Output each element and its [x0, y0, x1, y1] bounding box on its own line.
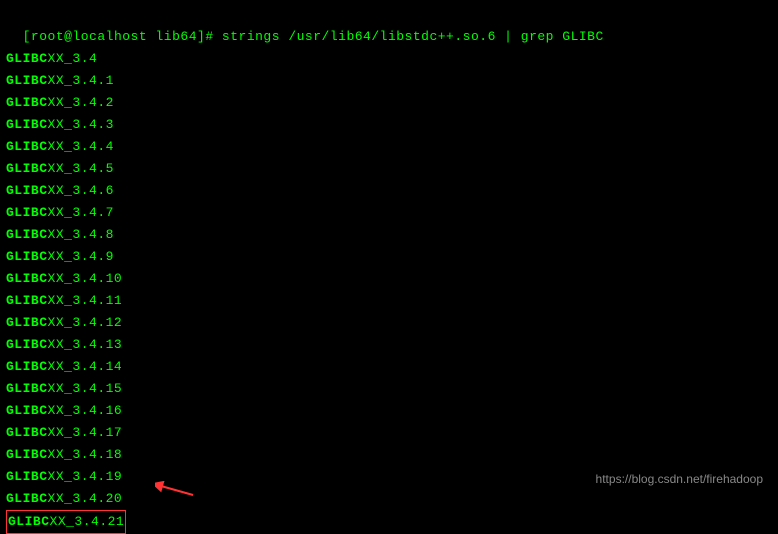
- output-line: GLIBCXX_3.4.10: [6, 268, 772, 290]
- output-suffix: XX_3.4.16: [48, 403, 123, 418]
- output-suffix: XX_3.4.8: [48, 227, 114, 242]
- output-line: GLIBCXX_3.4.8: [6, 224, 772, 246]
- grep-match: GLIBC: [6, 337, 48, 352]
- output-suffix: XX_3.4.7: [48, 205, 114, 220]
- grep-match: GLIBC: [6, 403, 48, 418]
- grep-match: GLIBC: [6, 227, 48, 242]
- output-suffix: XX_3.4.12: [48, 315, 123, 330]
- grep-match: GLIBC: [6, 447, 48, 462]
- output-suffix: XX_3.4.9: [48, 249, 114, 264]
- terminal-output: GLIBCXX_3.4GLIBCXX_3.4.1GLIBCXX_3.4.2GLI…: [6, 48, 772, 534]
- output-line: GLIBCXX_3.4.6: [6, 180, 772, 202]
- output-line: GLIBCXX_3.4.14: [6, 356, 772, 378]
- output-suffix: XX_3.4.3: [48, 117, 114, 132]
- output-line: GLIBCXX_3.4.5: [6, 158, 772, 180]
- prompt-hash: #: [205, 29, 222, 44]
- grep-match: GLIBC: [6, 51, 48, 66]
- grep-match: GLIBC: [6, 425, 48, 440]
- grep-match: GLIBC: [6, 315, 48, 330]
- output-suffix: XX_3.4: [48, 51, 98, 66]
- output-suffix: XX_3.4.15: [48, 381, 123, 396]
- output-suffix: XX_3.4.11: [48, 293, 123, 308]
- grep-match: GLIBC: [6, 491, 48, 506]
- output-suffix: XX_3.4.5: [48, 161, 114, 176]
- output-suffix: XX_3.4.18: [48, 447, 123, 462]
- command-prompt-line[interactable]: [root@localhost lib64]# strings /usr/lib…: [6, 4, 772, 48]
- output-line: GLIBCXX_3.4.9: [6, 246, 772, 268]
- annotation-arrow-icon: [155, 481, 195, 505]
- output-suffix: XX_3.4.19: [48, 469, 123, 484]
- grep-match: GLIBC: [6, 139, 48, 154]
- grep-match: GLIBC: [6, 469, 48, 484]
- grep-match: GLIBC: [6, 95, 48, 110]
- grep-match: GLIBC: [6, 249, 48, 264]
- output-line: GLIBCXX_3.4.17: [6, 422, 772, 444]
- output-suffix: XX_3.4.6: [48, 183, 114, 198]
- output-line: GLIBCXX_3.4.4: [6, 136, 772, 158]
- grep-match: GLIBC: [6, 293, 48, 308]
- output-line: GLIBCXX_3.4.15: [6, 378, 772, 400]
- output-suffix: XX_3.4.21: [50, 514, 125, 529]
- grep-match: GLIBC: [6, 381, 48, 396]
- grep-match: GLIBC: [6, 161, 48, 176]
- output-suffix: XX_3.4.4: [48, 139, 114, 154]
- grep-match: GLIBC: [8, 514, 50, 529]
- output-line: GLIBCXX_3.4.13: [6, 334, 772, 356]
- watermark-text: https://blog.csdn.net/firehadoop: [596, 468, 763, 490]
- prompt-host: localhost: [72, 29, 147, 44]
- output-suffix: XX_3.4.13: [48, 337, 123, 352]
- grep-match: GLIBC: [6, 117, 48, 132]
- highlighted-version-box: GLIBCXX_3.4.21: [6, 510, 126, 534]
- output-line: GLIBCXX_3.4.12: [6, 312, 772, 334]
- output-line: GLIBCXX_3.4.11: [6, 290, 772, 312]
- grep-match: GLIBC: [6, 205, 48, 220]
- grep-match: GLIBC: [6, 359, 48, 374]
- grep-match: GLIBC: [6, 271, 48, 286]
- output-line: GLIBCXX_3.4.20: [6, 488, 772, 510]
- output-line: GLIBCXX_3.4.3: [6, 114, 772, 136]
- output-line: GLIBCXX_3.4.2: [6, 92, 772, 114]
- output-line: GLIBCXX_3.4: [6, 48, 772, 70]
- output-line: GLIBCXX_3.4.7: [6, 202, 772, 224]
- output-suffix: XX_3.4.20: [48, 491, 123, 506]
- output-suffix: XX_3.4.2: [48, 95, 114, 110]
- command-input[interactable]: strings /usr/lib64/libstdc++.so.6 | grep…: [222, 29, 604, 44]
- output-line: GLIBCXX_3.4.18: [6, 444, 772, 466]
- grep-match: GLIBC: [6, 183, 48, 198]
- output-line: GLIBCXX_3.4.21: [6, 510, 772, 534]
- prompt-path: lib64: [155, 29, 197, 44]
- output-suffix: XX_3.4.14: [48, 359, 123, 374]
- output-suffix: XX_3.4.10: [48, 271, 123, 286]
- output-suffix: XX_3.4.1: [48, 73, 114, 88]
- output-suffix: XX_3.4.17: [48, 425, 123, 440]
- prompt-open-bracket: [: [23, 29, 31, 44]
- output-line: GLIBCXX_3.4.1: [6, 70, 772, 92]
- prompt-user: root: [31, 29, 64, 44]
- grep-match: GLIBC: [6, 73, 48, 88]
- output-line: GLIBCXX_3.4.16: [6, 400, 772, 422]
